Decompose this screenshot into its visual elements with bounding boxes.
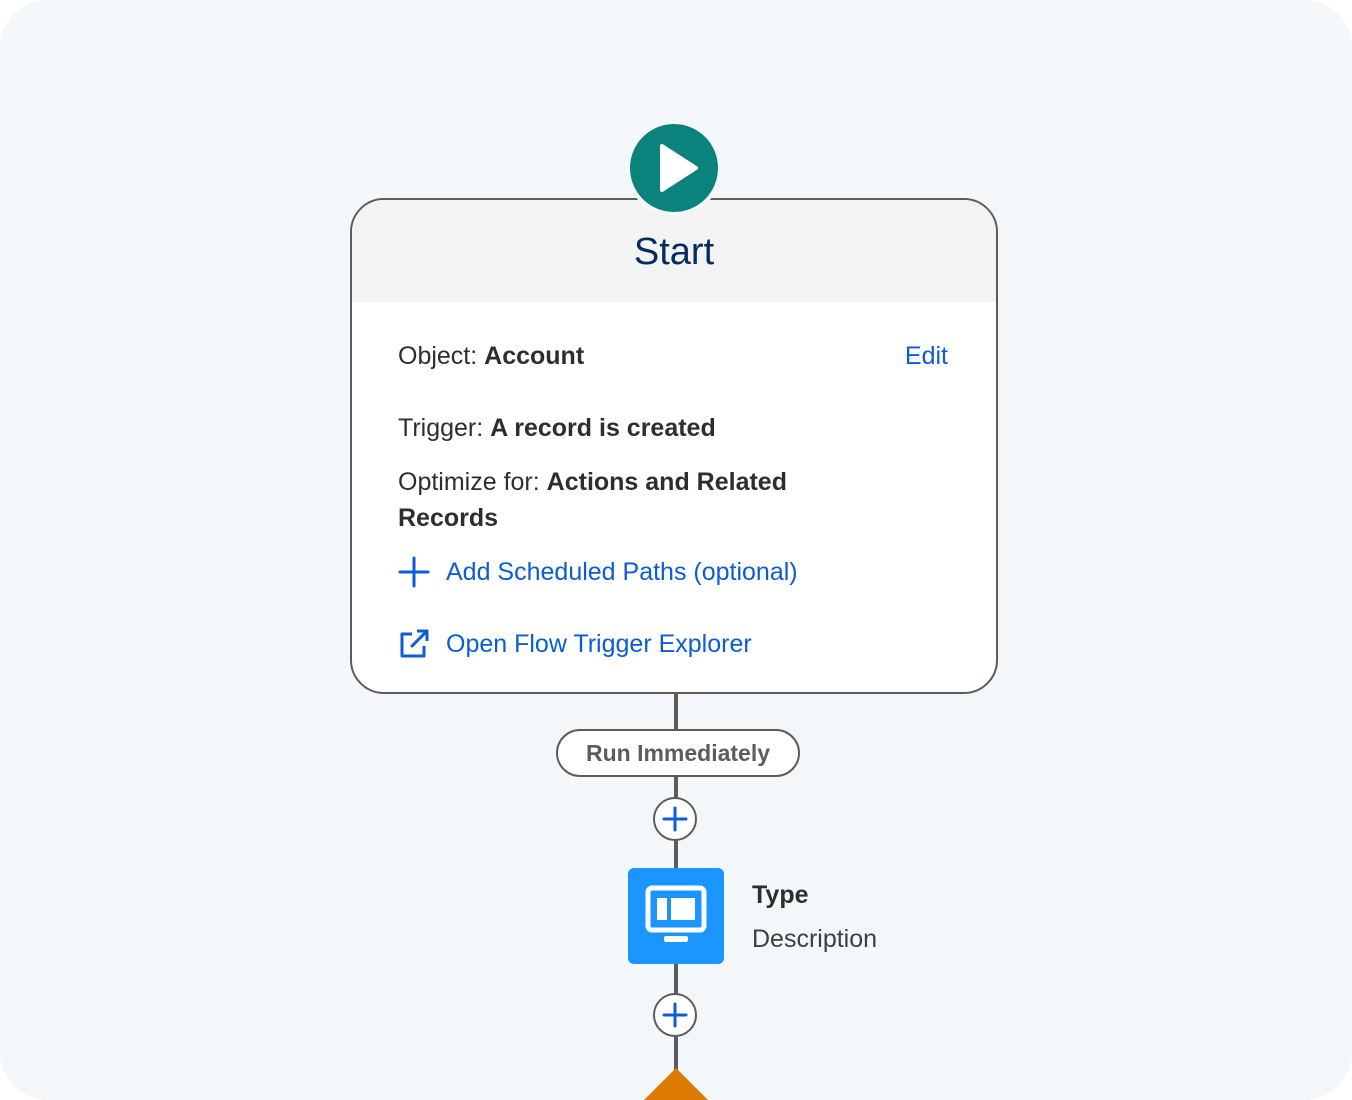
edit-link[interactable]: Edit [905, 338, 948, 374]
optimize-label: Optimize for: [398, 468, 540, 496]
play-icon [626, 120, 722, 216]
external-link-icon [398, 628, 430, 660]
add-scheduled-paths-label: Add Scheduled Paths (optional) [446, 558, 798, 586]
element-description: Description [752, 925, 878, 953]
object-row: Object: Account [398, 338, 584, 374]
optimize-value-line1: Actions and Related [546, 468, 787, 496]
plus-icon [662, 806, 688, 832]
add-scheduled-paths-link[interactable]: Add Scheduled Paths (optional) [398, 554, 798, 590]
plus-icon [398, 556, 430, 588]
trigger-row: Trigger: A record is created [398, 410, 716, 446]
plus-icon [662, 1002, 688, 1028]
screen-element-tile[interactable] [628, 868, 724, 964]
start-title: Start [633, 231, 715, 273]
connector-line [674, 690, 678, 730]
optimize-row: Optimize for: Actions and Related Record… [398, 464, 787, 536]
diamond-icon [644, 1068, 708, 1100]
screen-icon [645, 885, 707, 942]
open-flow-trigger-explorer-link[interactable]: Open Flow Trigger Explorer [398, 626, 752, 662]
trigger-value: A record is created [490, 414, 716, 442]
open-flow-trigger-explorer-label: Open Flow Trigger Explorer [446, 630, 752, 658]
add-element-button[interactable] [653, 797, 697, 841]
flow-canvas: Start Object: Account Edit Trigger: A re… [0, 0, 1352, 1100]
object-value: Account [484, 342, 585, 370]
object-label: Object: [398, 342, 478, 370]
decision-element[interactable] [640, 1068, 712, 1100]
optimize-value-line2: Records [398, 504, 499, 532]
element-type-label: Type [752, 881, 809, 909]
trigger-label: Trigger: [398, 414, 484, 442]
run-immediately-pill[interactable]: Run Immediately [556, 729, 800, 777]
start-element-card[interactable]: Start Object: Account Edit Trigger: A re… [350, 198, 998, 694]
add-element-button[interactable] [653, 993, 697, 1037]
